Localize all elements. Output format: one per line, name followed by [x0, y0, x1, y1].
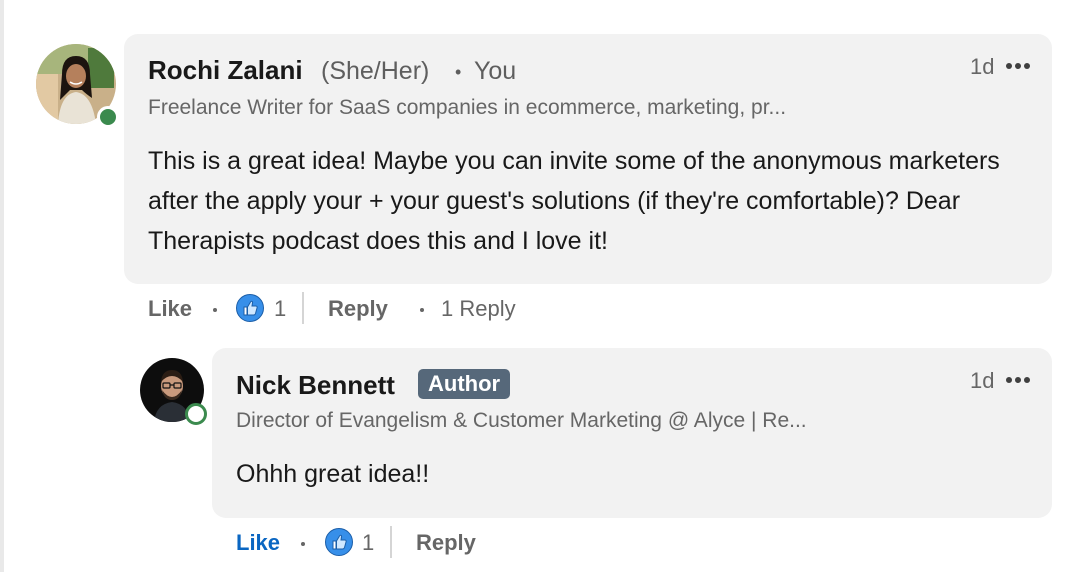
comment-author-name[interactable]: Rochi Zalani — [148, 55, 303, 86]
more-options-icon[interactable] — [1006, 63, 1030, 69]
online-status-indicator — [97, 106, 119, 128]
action-divider — [390, 526, 392, 558]
author-relation-label: You — [474, 57, 517, 85]
reaction-count[interactable]: 1 — [362, 530, 374, 556]
action-divider — [302, 292, 304, 324]
online-status-indicator — [185, 403, 207, 425]
reaction-count[interactable]: 1 — [274, 296, 286, 322]
author-badge: Author — [418, 369, 511, 399]
comment-thread: Rochi Zalani (She/Her) • You Freelance W… — [0, 0, 1082, 572]
thread-divider — [0, 0, 4, 572]
like-button[interactable]: Like — [148, 296, 192, 322]
comment-text: This is a great idea! Maybe you can invi… — [148, 147, 1000, 255]
replies-count-link[interactable]: 1 Reply — [441, 296, 516, 322]
reply-text: Ohhh great idea!! — [236, 460, 430, 488]
thumbs-up-icon[interactable] — [236, 294, 264, 322]
more-options-icon[interactable] — [1006, 377, 1030, 383]
separator-dot: • — [455, 62, 462, 82]
separator-dot — [213, 308, 217, 312]
comment-timestamp: 1d — [970, 54, 995, 79]
separator-dot — [301, 542, 305, 546]
thumbs-up-icon[interactable] — [325, 528, 353, 556]
reply-author-headline: Director of Evangelism & Customer Market… — [236, 409, 807, 432]
author-pronouns: (She/Her) — [321, 57, 430, 85]
separator-dot — [420, 308, 424, 312]
reply-author-name[interactable]: Nick Bennett — [236, 370, 395, 401]
reply-button[interactable]: Reply — [328, 296, 388, 322]
comment-author-headline: Freelance Writer for SaaS companies in e… — [148, 96, 787, 119]
reply-timestamp: 1d — [970, 368, 995, 393]
reply-button[interactable]: Reply — [416, 530, 476, 556]
like-button[interactable]: Like — [236, 530, 280, 556]
